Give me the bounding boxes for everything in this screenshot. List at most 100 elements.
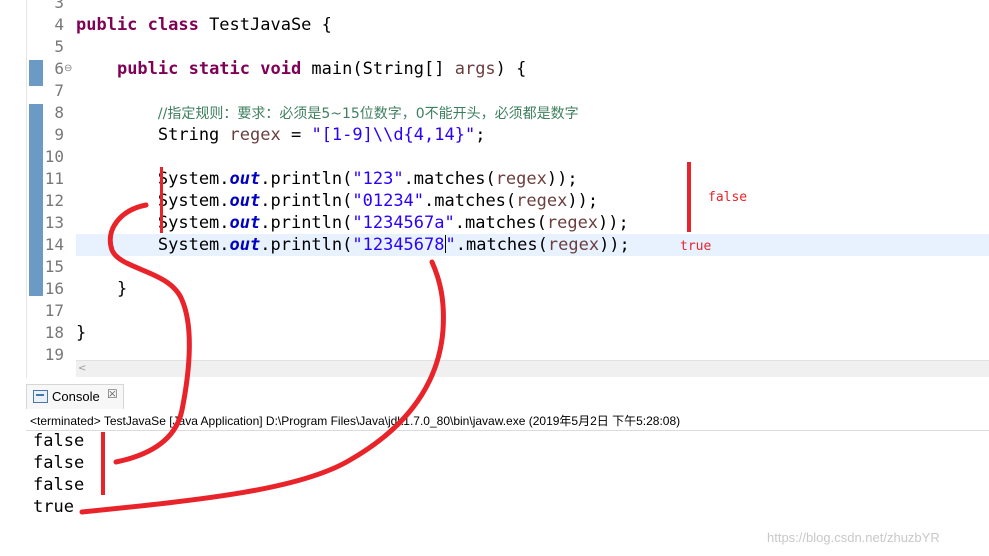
- code-text: System.out.println("1234567a".matches(re…: [76, 212, 629, 234]
- code-token: .matches(: [403, 169, 496, 189]
- code-text: public static void main(String[] args) {: [76, 58, 526, 80]
- code-token: =: [280, 125, 312, 145]
- code-token: args: [454, 59, 496, 79]
- code-token: .println(: [260, 191, 353, 211]
- code-token: .println(: [260, 235, 353, 255]
- code-token: //指定规则：要求：必须是5~15位数字，0不能开头，必须都是数字: [157, 106, 579, 122]
- code-token: out: [229, 191, 261, 211]
- code-token: ) {: [495, 59, 527, 79]
- code-token: }: [76, 323, 87, 343]
- code-token: out: [229, 169, 261, 189]
- code-token: System.: [76, 191, 230, 211]
- console-tabbar: Console ☒: [26, 382, 989, 409]
- code-token: ));: [599, 235, 630, 255]
- line-number: 5: [54, 37, 64, 56]
- line-number: 4: [54, 15, 64, 34]
- code-token: regex: [547, 235, 600, 255]
- close-icon[interactable]: ☒: [107, 387, 118, 401]
- code-text: //指定规则：要求：必须是5~15位数字，0不能开头，必须都是数字: [76, 102, 579, 125]
- code-editor[interactable]: 3 4 public class TestJavaSe { 5 6 ⊖ public st…: [0, 0, 989, 378]
- code-line[interactable]: 18}: [0, 322, 989, 344]
- code-token: .matches(: [454, 213, 547, 233]
- code-text: String regex = "[1-9]\\d{4,14}";: [76, 124, 486, 146]
- line-number: 9: [54, 125, 64, 144]
- line-number: 15: [44, 257, 64, 276]
- line-number: 16: [44, 279, 64, 298]
- line-number: 17: [44, 301, 64, 320]
- code-token: regex: [495, 169, 547, 189]
- tab-console-label: Console: [52, 389, 100, 404]
- code-line[interactable]: 10: [0, 146, 989, 168]
- line-number: 7: [54, 81, 64, 100]
- code-token: System.: [76, 235, 230, 255]
- code-token: ));: [546, 169, 578, 189]
- code-token: regex: [516, 191, 568, 211]
- code-line[interactable]: 8 //指定规则：要求：必须是5~15位数字，0不能开头，必须都是数字: [0, 102, 989, 124]
- line-number: 12: [44, 191, 64, 210]
- console-output-line: false: [33, 453, 85, 473]
- line-number: 19: [44, 345, 64, 364]
- code-text: System.out.println("01234".matches(regex…: [76, 190, 598, 212]
- annotation-bracket-output: [101, 432, 105, 495]
- code-token: regex: [546, 213, 599, 233]
- console-status: <terminated> TestJavaSe [Java Applicatio…: [30, 414, 681, 428]
- code-line[interactable]: 12 System.out.println("01234".matches(re…: [0, 190, 989, 212]
- line-number: 14: [44, 235, 64, 254]
- code-token: ));: [598, 213, 629, 233]
- line-number: 13: [44, 213, 64, 232]
- line-number: 10: [44, 147, 64, 166]
- watermark: https://blog.csdn.net/zhuzbYR: [767, 530, 940, 545]
- code-line[interactable]: 16 }: [0, 278, 989, 300]
- console-divider: [26, 430, 989, 431]
- code-line[interactable]: 5: [0, 36, 989, 58]
- console-output-line: false: [33, 475, 85, 495]
- code-line[interactable]: 17: [0, 300, 989, 322]
- code-token: .matches(: [424, 191, 517, 211]
- code-text: System.out.println("123".matches(regex))…: [76, 168, 578, 190]
- code-token: "123": [352, 169, 404, 189]
- code-line[interactable]: 15: [0, 256, 989, 278]
- code-token: ));: [567, 191, 599, 211]
- code-line[interactable]: 11 System.out.println("123".matches(rege…: [0, 168, 989, 190]
- code-token: public class: [76, 15, 210, 35]
- scroll-left-icon[interactable]: <: [78, 361, 86, 377]
- code-token: }: [76, 279, 128, 299]
- line-number: 18: [44, 323, 64, 342]
- annotation-bracket-code: [160, 167, 163, 233]
- code-token: "1234567a": [352, 213, 455, 233]
- code-token: out: [229, 235, 261, 255]
- code-token: .println(: [260, 213, 353, 233]
- code-line[interactable]: 13 System.out.println("1234567a".matches…: [0, 212, 989, 234]
- line-number: 6: [54, 59, 64, 78]
- code-token: .matches(: [455, 235, 548, 255]
- console-output-line: true: [33, 497, 74, 517]
- horizontal-scrollbar[interactable]: <: [76, 360, 989, 377]
- code-token: String: [76, 125, 230, 145]
- code-text: public class TestJavaSe {: [76, 14, 332, 36]
- code-token: System.: [76, 213, 230, 233]
- code-token: ": [445, 235, 456, 255]
- code-line[interactable]: 9 String regex = "[1-9]\\d{4,14}";: [0, 124, 989, 146]
- annotation-false-label: false: [708, 190, 748, 205]
- code-line[interactable]: 6 ⊖ public static void main(String[] args…: [0, 58, 989, 80]
- console-output-line: false: [33, 431, 85, 451]
- code-token: TestJavaSe {: [209, 15, 332, 35]
- code-text: }: [76, 278, 127, 300]
- code-token: main(String[]: [311, 59, 455, 79]
- line-number: 3: [54, 0, 64, 12]
- tab-console[interactable]: Console ☒: [26, 384, 124, 409]
- fold-collapse-icon[interactable]: ⊖: [64, 58, 72, 80]
- code-line[interactable]: 7: [0, 80, 989, 102]
- code-line[interactable]: 3: [0, 0, 989, 14]
- line-number: 8: [54, 103, 64, 122]
- code-line[interactable]: 4 public class TestJavaSe {: [0, 14, 989, 36]
- code-text: }: [76, 322, 86, 344]
- code-token: ;: [475, 125, 486, 145]
- code-token: "[1-9]\\d{4,14}": [311, 125, 476, 145]
- code-token: "12345678: [352, 235, 445, 255]
- console-icon: [33, 390, 48, 403]
- code-token: "01234": [352, 191, 425, 211]
- code-line[interactable]: 14 System.out.println("12345678".matches…: [0, 234, 989, 256]
